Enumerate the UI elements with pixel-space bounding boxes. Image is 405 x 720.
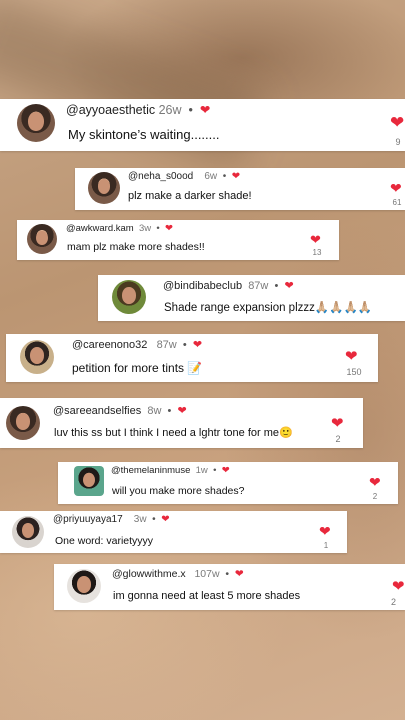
timestamp: 6w: [204, 171, 218, 182]
avatar: [17, 104, 55, 142]
separator-dot: •: [185, 103, 197, 117]
comment-text: Shade range expansion plzzz🙏🏼🙏🏼🙏🏼🙏🏼: [164, 302, 373, 314]
comment-card[interactable]: @bindibabeclub 87w • ❤ Shade range expan…: [98, 275, 405, 321]
timestamp: 107w: [194, 568, 220, 580]
avatar: [27, 224, 57, 254]
username[interactable]: @awkward.kam: [66, 223, 134, 234]
comment-meta: @ayyoaesthetic 26w • ❤: [66, 102, 210, 117]
comment-card[interactable]: @glowwithme.x 107w • ❤ im gonna need at …: [54, 564, 405, 610]
comment-text: will you make more shades?: [112, 485, 245, 497]
like-count: 2: [372, 492, 378, 501]
timestamp: 26w: [158, 103, 182, 117]
heart-icon: ❤: [199, 103, 211, 117]
heart-icon: ❤: [161, 514, 170, 525]
heart-icon[interactable]: ❤: [390, 114, 404, 131]
comment-text: mam plz make more shades!!: [67, 241, 205, 253]
timestamp: 8w: [147, 405, 162, 417]
heart-icon[interactable]: ❤: [345, 349, 358, 364]
comment-meta: @themelaninmuse 1w • ❤: [111, 465, 230, 476]
comment-card[interactable]: @ayyoaesthetic 26w • ❤ My skintone’s wai…: [0, 99, 405, 151]
username[interactable]: @glowwithme.x: [112, 568, 186, 580]
heart-icon[interactable]: ❤: [390, 181, 402, 195]
heart-icon: ❤: [284, 280, 294, 292]
avatar: [12, 516, 44, 548]
separator-dot: •: [210, 465, 220, 476]
comment-text: plz make a darker shade!: [128, 190, 252, 202]
like-count: 9: [395, 137, 401, 147]
separator-dot: •: [179, 339, 190, 351]
comment-card[interactable]: @careenono32 87w • ❤ petition for more t…: [6, 334, 378, 382]
heart-icon: ❤: [234, 568, 244, 580]
avatar: [112, 280, 146, 314]
separator-dot: •: [271, 280, 282, 292]
comment-card[interactable]: @awkward.kam 3w • ❤ mam plz make more sh…: [17, 220, 339, 260]
heart-icon[interactable]: ❤: [310, 233, 321, 246]
comment-text: petition for more tints 📝: [72, 361, 203, 375]
comment-card[interactable]: @themelaninmuse 1w • ❤ will you make mor…: [58, 462, 398, 504]
comment-text: One word: varietyyyy: [55, 535, 154, 547]
comment-card[interactable]: @sareeandselfies 8w • ❤ luv this ss but …: [0, 398, 363, 448]
heart-icon[interactable]: ❤: [331, 416, 344, 431]
separator-dot: •: [149, 514, 159, 525]
comment-text: im gonna need at least 5 more shades: [113, 590, 301, 602]
username[interactable]: @themelaninmuse: [111, 465, 190, 476]
like-count: 1: [323, 541, 329, 550]
avatar: [20, 340, 54, 374]
comment-meta: @bindibabeclub 87w • ❤: [163, 279, 294, 292]
comment-text: My skintone’s waiting........: [68, 127, 220, 142]
username[interactable]: @ayyoaesthetic: [66, 103, 155, 117]
heart-icon: ❤: [221, 465, 230, 476]
timestamp: 1w: [195, 465, 208, 476]
username[interactable]: @priyuuyaya17: [53, 514, 123, 525]
like-count: 61: [392, 198, 402, 207]
username[interactable]: @careenono32: [72, 339, 147, 351]
like-count: 13: [312, 248, 322, 257]
timestamp: 3w: [139, 223, 152, 234]
like-count: 150: [346, 367, 362, 377]
like-count: 2: [335, 434, 341, 444]
avatar: [74, 466, 104, 496]
comment-card[interactable]: @priyuuyaya17 3w • ❤ One word: varietyyy…: [0, 511, 347, 553]
separator-dot: •: [222, 568, 232, 580]
comment-meta: @awkward.kam 3w • ❤: [66, 223, 173, 234]
timestamp: 87w: [248, 280, 269, 292]
comment-meta: @priyuuyaya17 3w • ❤: [53, 514, 170, 525]
comment-card[interactable]: @neha_s0ood 6w • ❤ plz make a darker sha…: [75, 168, 405, 210]
timestamp: 3w: [133, 514, 147, 525]
avatar: [88, 172, 120, 204]
heart-icon: ❤: [177, 405, 187, 417]
separator-dot: •: [153, 223, 163, 234]
username[interactable]: @sareeandselfies: [53, 405, 141, 417]
heart-icon[interactable]: ❤: [392, 579, 405, 594]
separator-dot: •: [164, 405, 175, 417]
separator-dot: •: [219, 171, 229, 182]
username[interactable]: @neha_s0ood: [128, 171, 193, 182]
timestamp: 87w: [156, 339, 177, 351]
heart-icon: ❤: [192, 339, 203, 351]
heart-icon[interactable]: ❤: [369, 475, 381, 489]
heart-icon[interactable]: ❤: [319, 524, 331, 538]
username[interactable]: @bindibabeclub: [163, 280, 242, 292]
avatar: [67, 569, 101, 603]
avatar: [6, 406, 40, 440]
comment-meta: @careenono32 87w • ❤: [72, 338, 202, 351]
comment-meta: @glowwithme.x 107w • ❤: [112, 568, 244, 580]
heart-icon: ❤: [231, 171, 241, 182]
heart-icon: ❤: [165, 223, 174, 234]
comment-text: luv this ss but I think I need a lghtr t…: [54, 427, 293, 439]
comment-meta: @neha_s0ood 6w • ❤: [128, 171, 240, 182]
comment-meta: @sareeandselfies 8w • ❤: [53, 404, 187, 417]
like-count: 2: [391, 597, 397, 607]
